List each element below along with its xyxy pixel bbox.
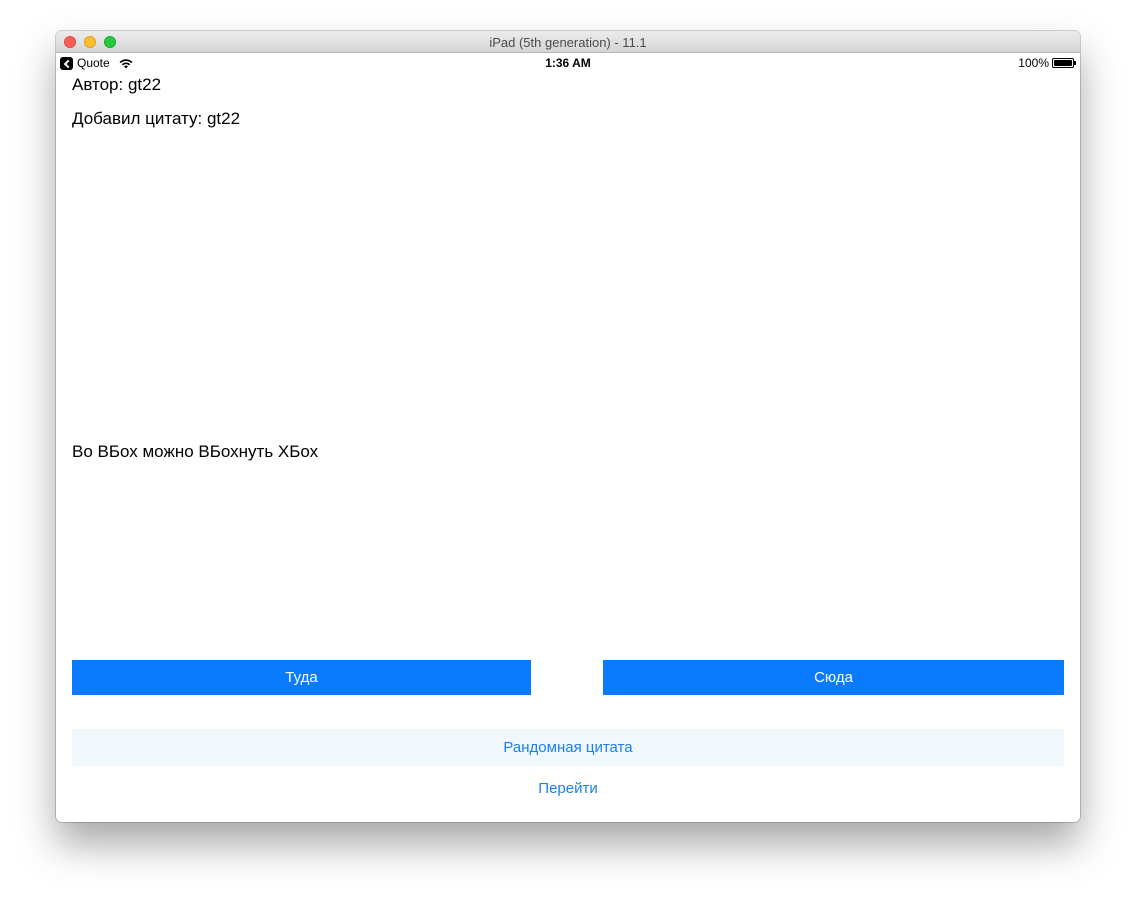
back-button[interactable]: Туда [72, 660, 531, 695]
added-by-label: Добавил цитату: gt22 [72, 109, 241, 128]
window-titlebar[interactable]: iPad (5th generation) - 11.1 [56, 31, 1080, 53]
random-quote-button[interactable]: Рандомная цитата [72, 729, 1064, 766]
battery-fill [1054, 60, 1072, 66]
battery-percentage: 100% [1018, 56, 1049, 70]
status-bar: Quote 1:36 AM 100% [56, 53, 1080, 73]
ipad-screen: Quote 1:36 AM 100% Автор: gt22 Добавил ц… [56, 53, 1080, 822]
simulator-window: iPad (5th generation) - 11.1 Quote 1:36 … [56, 31, 1080, 822]
author-label: Автор: gt22 [72, 75, 162, 94]
battery-tip [1074, 61, 1076, 65]
window-title: iPad (5th generation) - 11.1 [489, 35, 647, 50]
quote-text: Во ВБох можно ВБохнуть ХБох [72, 442, 319, 461]
go-button[interactable]: Перейти [56, 780, 1080, 797]
battery-icon [1052, 58, 1076, 68]
battery-indicator: 100% [1018, 56, 1076, 70]
forward-button[interactable]: Сюда [603, 660, 1064, 695]
status-time: 1:36 AM [545, 56, 591, 70]
